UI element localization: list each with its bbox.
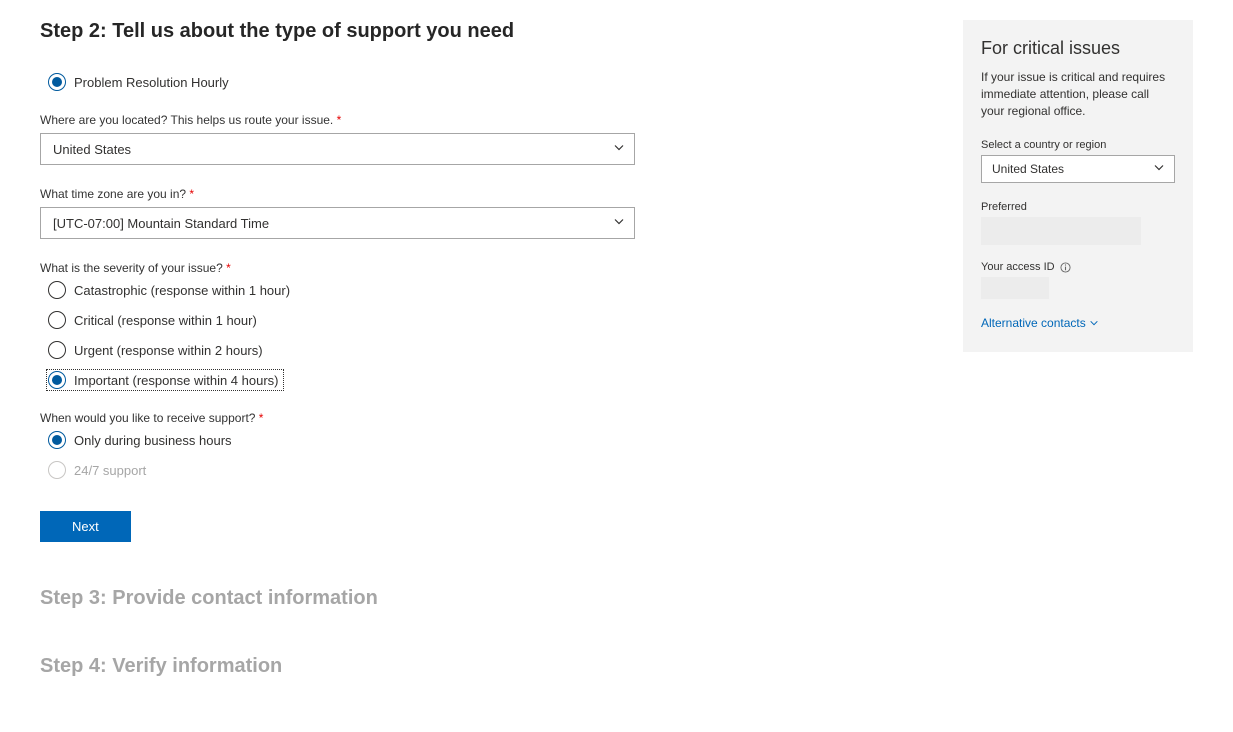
required-star: * [189, 187, 194, 201]
access-id-value-placeholder [981, 277, 1049, 299]
radio-247-support: 24/7 support [48, 461, 680, 479]
sidebar-title: For critical issues [981, 38, 1175, 59]
timezone-field: What time zone are you in? * [UTC-07:00]… [40, 187, 680, 239]
chevron-down-icon [1089, 318, 1099, 328]
preferred-value-placeholder [981, 217, 1141, 245]
step3-title: Step 3: Provide contact information [40, 587, 680, 610]
radio-icon [48, 461, 66, 479]
timezone-select[interactable]: [UTC-07:00] Mountain Standard Time [40, 207, 635, 239]
radio-label: Problem Resolution Hourly [74, 75, 229, 90]
radio-business-hours[interactable]: Only during business hours [48, 431, 680, 449]
support-hours-label: When would you like to receive support? … [40, 411, 680, 425]
support-hours-field: When would you like to receive support? … [40, 411, 680, 479]
country-select[interactable]: United States [981, 155, 1175, 183]
access-id-label: Your access ID [981, 261, 1175, 273]
critical-issues-panel: For critical issues If your issue is cri… [963, 20, 1193, 352]
location-field: Where are you located? This helps us rou… [40, 113, 680, 165]
radio-icon [48, 431, 66, 449]
required-star: * [337, 113, 342, 127]
access-id-block: Your access ID [981, 261, 1175, 299]
radio-severity-critical[interactable]: Critical (response within 1 hour) [48, 311, 680, 329]
radio-problem-resolution[interactable]: Problem Resolution Hourly [48, 73, 680, 91]
radio-severity-urgent[interactable]: Urgent (response within 2 hours) [48, 341, 680, 359]
radio-icon [48, 73, 66, 91]
location-select-value: United States [53, 142, 131, 157]
preferred-block: Preferred [981, 201, 1175, 245]
next-button[interactable]: Next [40, 511, 131, 542]
step2-title: Step 2: Tell us about the type of suppor… [40, 20, 680, 43]
info-icon[interactable] [1060, 262, 1071, 273]
alternative-contacts-link[interactable]: Alternative contacts [981, 316, 1099, 330]
radio-label: Urgent (response within 2 hours) [74, 343, 263, 358]
radio-icon [48, 311, 66, 329]
severity-label: What is the severity of your issue? * [40, 261, 680, 275]
severity-field: What is the severity of your issue? * Ca… [40, 261, 680, 389]
radio-icon [48, 371, 66, 389]
timezone-select-value: [UTC-07:00] Mountain Standard Time [53, 216, 269, 231]
radio-label: Important (response within 4 hours) [74, 373, 278, 388]
radio-icon [48, 281, 66, 299]
sidebar-text: If your issue is critical and requires i… [981, 69, 1175, 119]
main-form-area: Step 2: Tell us about the type of suppor… [40, 20, 680, 678]
radio-label: Critical (response within 1 hour) [74, 313, 257, 328]
radio-label: Only during business hours [74, 433, 232, 448]
support-type-group: Problem Resolution Hourly [40, 73, 680, 91]
sidebar-container: For critical issues If your issue is cri… [963, 20, 1193, 678]
step4-title: Step 4: Verify information [40, 655, 680, 678]
required-star: * [226, 261, 231, 275]
location-select[interactable]: United States [40, 133, 635, 165]
preferred-label: Preferred [981, 201, 1175, 213]
country-label: Select a country or region [981, 139, 1175, 151]
radio-icon [48, 341, 66, 359]
radio-label: Catastrophic (response within 1 hour) [74, 283, 290, 298]
radio-severity-catastrophic[interactable]: Catastrophic (response within 1 hour) [48, 281, 680, 299]
location-label: Where are you located? This helps us rou… [40, 113, 680, 127]
required-star: * [259, 411, 264, 425]
country-select-value: United States [992, 162, 1064, 176]
timezone-label: What time zone are you in? * [40, 187, 680, 201]
radio-severity-important[interactable]: Important (response within 4 hours) [48, 371, 282, 389]
radio-label: 24/7 support [74, 463, 146, 478]
